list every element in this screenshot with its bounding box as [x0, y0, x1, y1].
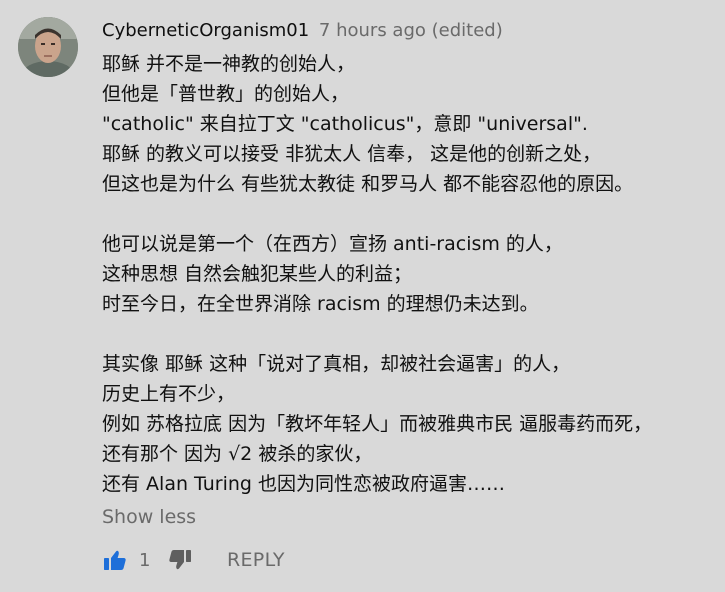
text-line: "catholic" 来自拉丁文 "catholicus"，意即 "univer… [102, 113, 588, 135]
text-line: 时至今日，在全世界消除 racism 的理想仍未达到。 [102, 293, 539, 315]
text-line: 这种思想 自然会触犯某些人的利益； [102, 263, 413, 285]
text-line: 历史上有不少， [102, 383, 236, 405]
text-line: 例如 苏格拉底 因为「教坏年轻人」而被雅典市民 逼服毒药而死， [102, 413, 653, 435]
paragraph: 耶稣 并不是一神教的创始人， 但他是「普世教」的创始人， "catholic" … [102, 49, 712, 199]
paragraph: 他可以说是第一个（在西方）宣扬 anti-racism 的人， 这种思想 自然会… [102, 229, 712, 319]
dislike-button[interactable] [167, 547, 193, 573]
comment-thread: CyberneticOrganism01 7 hours ago (edited… [0, 0, 725, 592]
like-button[interactable] [102, 547, 128, 573]
comment-actions: 1 REPLY [102, 543, 285, 577]
avatar-image [18, 17, 78, 77]
show-less-link[interactable]: Show less [102, 502, 196, 532]
comment-body: CyberneticOrganism01 7 hours ago (edited… [102, 16, 712, 532]
like-count: 1 [139, 549, 151, 571]
thumbs-down-icon [169, 550, 191, 570]
comment-header: CyberneticOrganism01 7 hours ago (edited… [102, 16, 712, 46]
comment-text: 耶稣 并不是一神教的创始人， 但他是「普世教」的创始人， "catholic" … [102, 49, 712, 499]
text-line: 其实像 耶稣 这种「说对了真相，却被社会逼害」的人， [102, 353, 571, 375]
reply-button[interactable]: REPLY [227, 549, 285, 571]
paragraph: 其实像 耶稣 这种「说对了真相，却被社会逼害」的人， 历史上有不少， 例如 苏格… [102, 349, 712, 499]
text-line: 他可以说是第一个（在西方）宣扬 anti-racism 的人， [102, 233, 563, 255]
thumbs-up-icon [104, 550, 126, 570]
text-line: 还有 Alan Turing 也因为同性恋被政府逼害…… [102, 473, 506, 495]
text-line: 但他是「普世教」的创始人， [102, 83, 350, 105]
comment-timestamp[interactable]: 7 hours ago (edited) [319, 20, 503, 41]
avatar[interactable] [18, 17, 78, 77]
text-line: 耶稣 的教义可以接受 非犹太人 信奉， 这是他的创新之处， [102, 143, 602, 165]
text-line: 还有那个 因为 √2 被杀的家伙， [102, 443, 373, 465]
text-line: 但这也是为什么 有些犹太教徒 和罗马人 都不能容忍他的原因。 [102, 173, 634, 195]
text-line: 耶稣 并不是一神教的创始人， [102, 53, 356, 75]
author-name[interactable]: CyberneticOrganism01 [102, 20, 309, 41]
